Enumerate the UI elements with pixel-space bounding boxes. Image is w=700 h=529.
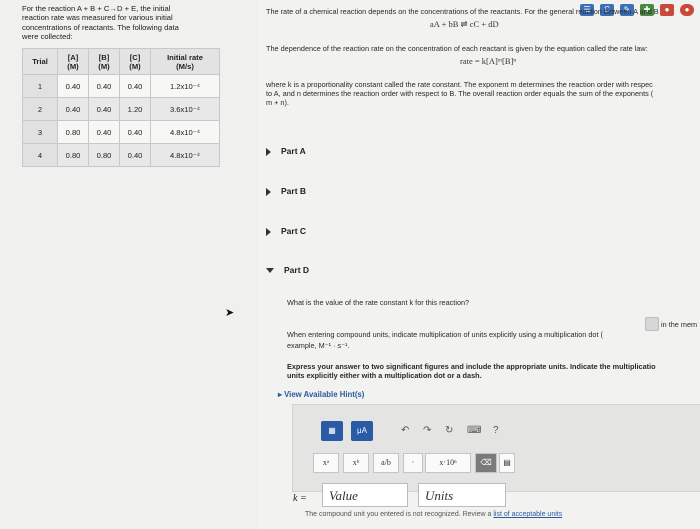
units-note: When entering compound units, indicate m…	[287, 330, 603, 339]
toolbar-icon[interactable]: ●	[680, 4, 694, 16]
units-button[interactable]: μA	[351, 421, 373, 441]
header-c: [C] (M)	[119, 48, 151, 75]
intro-line: For the reaction A + B + C→D + E, the in…	[22, 4, 171, 13]
reset-icon[interactable]: ↻	[445, 425, 453, 436]
problem-intro: For the reaction A + B + C→D + E, the in…	[22, 4, 252, 42]
template-button[interactable]: ▦	[321, 421, 343, 441]
undo-icon[interactable]: ↶	[401, 425, 409, 436]
collapse-icon	[266, 268, 274, 274]
rate-law-equation: rate = k[A]ᵐ[B]ⁿ	[460, 56, 516, 66]
expand-icon	[266, 187, 271, 196]
intro-line: concentrations of reactants. The followi…	[22, 22, 179, 32]
units-input[interactable]: Units	[418, 483, 506, 507]
help-icon[interactable]: ?	[493, 425, 499, 436]
answer-editor: ▦ μA ↶ ↷ ↻ ⌨ ? xᵃ xᵇ a/b · x·10ⁿ ⌫ ▤	[292, 404, 700, 492]
table-row: 4 0.80 0.80 0.40 4.8x10⁻⁴	[22, 143, 220, 167]
part-d-toggle[interactable]: Part D	[266, 265, 309, 275]
instruction-line: Express your answer to two significant f…	[287, 362, 656, 371]
expand-icon	[266, 227, 271, 236]
delete-icon[interactable]: ⌫	[475, 453, 497, 473]
acceptable-units-link[interactable]: list of acceptable units	[493, 511, 562, 518]
dot-button[interactable]: ·	[403, 453, 423, 473]
superscript-button[interactable]: xᵃ	[313, 453, 339, 473]
units-example: example, M⁻¹ · s⁻¹.	[287, 341, 350, 350]
instruction-line: units explicitly either with a multiplic…	[287, 371, 482, 380]
value-input[interactable]: Value	[322, 483, 408, 507]
subscript-button[interactable]: xᵇ	[343, 453, 369, 473]
explanation-line: m + n).	[266, 98, 289, 107]
question-text: What is the value of the rate constant k…	[287, 298, 470, 307]
table-row: 3 0.80 0.40 0.40 4.8x10⁻⁴	[22, 120, 220, 144]
keyboard-icon[interactable]: ⌨	[467, 425, 481, 436]
explanation-line: to A, and n determines the reaction orde…	[266, 89, 654, 98]
scientific-notation-button[interactable]: x·10ⁿ	[425, 453, 471, 473]
rate-law-paragraph: The dependence of the reaction rate on t…	[266, 44, 648, 53]
toolbar-icon[interactable]: ●	[660, 4, 674, 16]
header-rate: Initial rate (M/s)	[150, 48, 220, 75]
fraction-button[interactable]: a/b	[373, 453, 399, 473]
redo-icon[interactable]: ↷	[423, 425, 431, 436]
intro-paragraph: The rate of a chemical reaction depends …	[266, 7, 659, 16]
error-message: The compound unit you entered is not rec…	[305, 511, 563, 518]
data-panel: For the reaction A + B + C→D + E, the in…	[0, 0, 258, 529]
part-a-toggle[interactable]: Part A	[266, 146, 306, 156]
table-row: 2 0.40 0.40 1.20 3.6x10⁻⁴	[22, 97, 220, 121]
general-equation: aA + bB ⇌ cC + dD	[430, 19, 499, 29]
units-note-end: in the mem	[661, 320, 698, 329]
mouse-cursor-icon: ➤	[225, 307, 235, 319]
expand-icon	[266, 147, 271, 156]
header-a: [A] (M)	[57, 48, 89, 75]
table-row: 1 0.40 0.40 0.40 1.2x10⁻⁴	[22, 74, 220, 98]
intro-line: were collected:	[22, 32, 73, 42]
intro-line: reaction rate was measured for various i…	[22, 13, 173, 23]
explanation-line: where k is a proportionality constant ca…	[266, 80, 653, 89]
multiplication-dot-button[interactable]	[645, 317, 659, 331]
part-c-toggle[interactable]: Part C	[266, 226, 306, 236]
data-table: Trial [A] (M) [B] (M) [C] (M) Initial rate(…	[22, 48, 220, 167]
part-b-toggle[interactable]: Part B	[266, 186, 306, 196]
header-trial: Trial	[22, 48, 58, 75]
answer-label: k =	[293, 493, 307, 504]
calculator-icon[interactable]: ▤	[499, 453, 515, 473]
header-b: [B] (M)	[88, 48, 120, 75]
view-hints-link[interactable]: ▸ View Available Hint(s)	[278, 390, 364, 399]
